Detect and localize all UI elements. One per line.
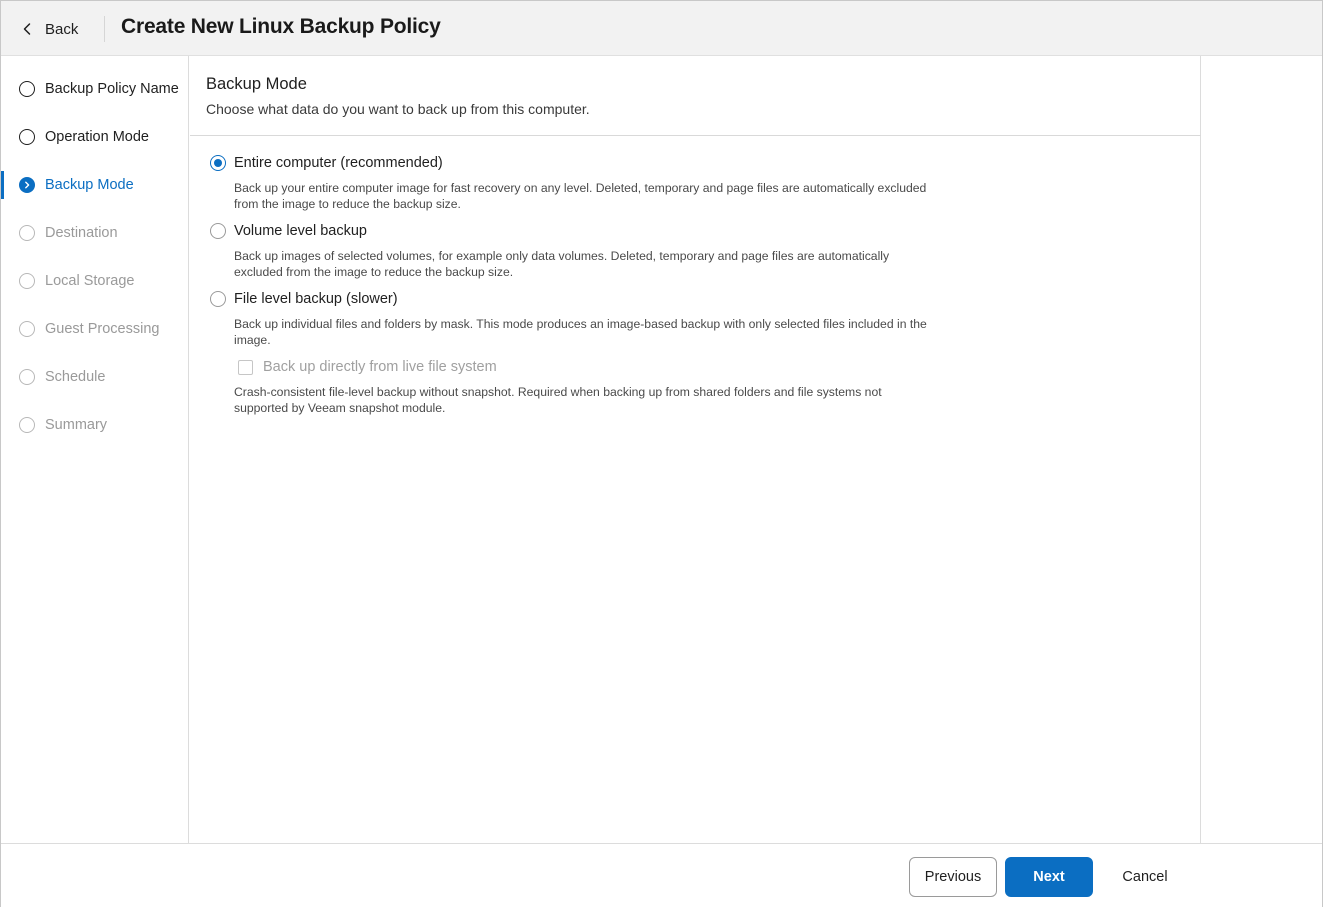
step-circle-icon bbox=[19, 81, 35, 97]
option-description: Back up individual files and folders by … bbox=[234, 317, 927, 347]
step-destination: Destination bbox=[1, 213, 188, 253]
option-description: Back up images of selected volumes, for … bbox=[234, 249, 890, 279]
wizard-window: Back Create New Linux Backup Policy Back… bbox=[0, 0, 1323, 907]
step-circle-icon bbox=[19, 225, 35, 241]
cancel-button[interactable]: Cancel bbox=[1101, 857, 1189, 897]
step-label: Guest Processing bbox=[45, 321, 160, 337]
step-label: Summary bbox=[45, 417, 108, 433]
page-title: Create New Linux Backup Policy bbox=[121, 15, 441, 38]
radio-button-checked[interactable] bbox=[210, 155, 226, 171]
radio-entire-computer[interactable]: Entire computer (recommended) bbox=[210, 155, 443, 171]
radio-file-level[interactable]: File level backup (slower) bbox=[210, 291, 398, 307]
radio-label: File level backup (slower) bbox=[234, 291, 398, 307]
step-operation-mode[interactable]: Operation Mode bbox=[1, 117, 188, 157]
chevron-right-circle-icon bbox=[19, 177, 35, 193]
previous-button[interactable]: Previous bbox=[909, 857, 997, 897]
back-button[interactable]: Back bbox=[19, 15, 78, 43]
step-content-panel: Backup Mode Choose what data do you want… bbox=[190, 56, 1201, 843]
step-circle-icon bbox=[19, 369, 35, 385]
section-description: Choose what data do you want to back up … bbox=[206, 101, 590, 117]
back-button-label: Back bbox=[45, 20, 79, 38]
checkbox-description: Crash-consistent file-level backup witho… bbox=[234, 385, 882, 415]
checkbox-label: Back up directly from live file system bbox=[263, 359, 497, 375]
chevron-left-icon bbox=[23, 23, 31, 35]
step-circle-icon bbox=[19, 417, 35, 433]
section-divider bbox=[190, 135, 1201, 136]
step-circle-icon bbox=[19, 321, 35, 337]
step-local-storage: Local Storage bbox=[1, 261, 188, 301]
step-label: Backup Mode bbox=[45, 177, 134, 193]
step-circle-icon bbox=[19, 273, 35, 289]
step-backup-mode[interactable]: Backup Mode bbox=[1, 165, 188, 205]
radio-label: Volume level backup bbox=[234, 223, 367, 239]
step-circle-icon bbox=[19, 129, 35, 145]
wizard-steps-sidebar: Backup Policy Name Operation Mode Backup… bbox=[1, 56, 189, 843]
step-guest-processing: Guest Processing bbox=[1, 309, 188, 349]
option-description: Back up your entire computer image for f… bbox=[234, 181, 927, 211]
checkbox-live-file-system: Back up directly from live file system bbox=[238, 359, 497, 375]
section-title: Backup Mode bbox=[206, 75, 307, 93]
header-divider bbox=[104, 16, 105, 42]
radio-label: Entire computer (recommended) bbox=[234, 155, 443, 171]
checkbox bbox=[238, 359, 253, 375]
step-label: Backup Policy Name bbox=[45, 81, 179, 97]
step-label: Destination bbox=[45, 225, 118, 241]
next-button[interactable]: Next bbox=[1005, 857, 1093, 897]
step-backup-policy-name[interactable]: Backup Policy Name bbox=[1, 69, 188, 109]
step-schedule: Schedule bbox=[1, 357, 188, 397]
radio-volume-level[interactable]: Volume level backup bbox=[210, 223, 367, 239]
wizard-footer: Previous Next Cancel bbox=[1, 843, 1322, 907]
wizard-header: Back Create New Linux Backup Policy bbox=[1, 1, 1322, 56]
step-label: Operation Mode bbox=[45, 129, 149, 145]
step-label: Local Storage bbox=[45, 273, 135, 289]
radio-button[interactable] bbox=[210, 223, 226, 239]
step-label: Schedule bbox=[45, 369, 106, 385]
radio-button[interactable] bbox=[210, 291, 226, 307]
step-summary: Summary bbox=[1, 405, 188, 445]
